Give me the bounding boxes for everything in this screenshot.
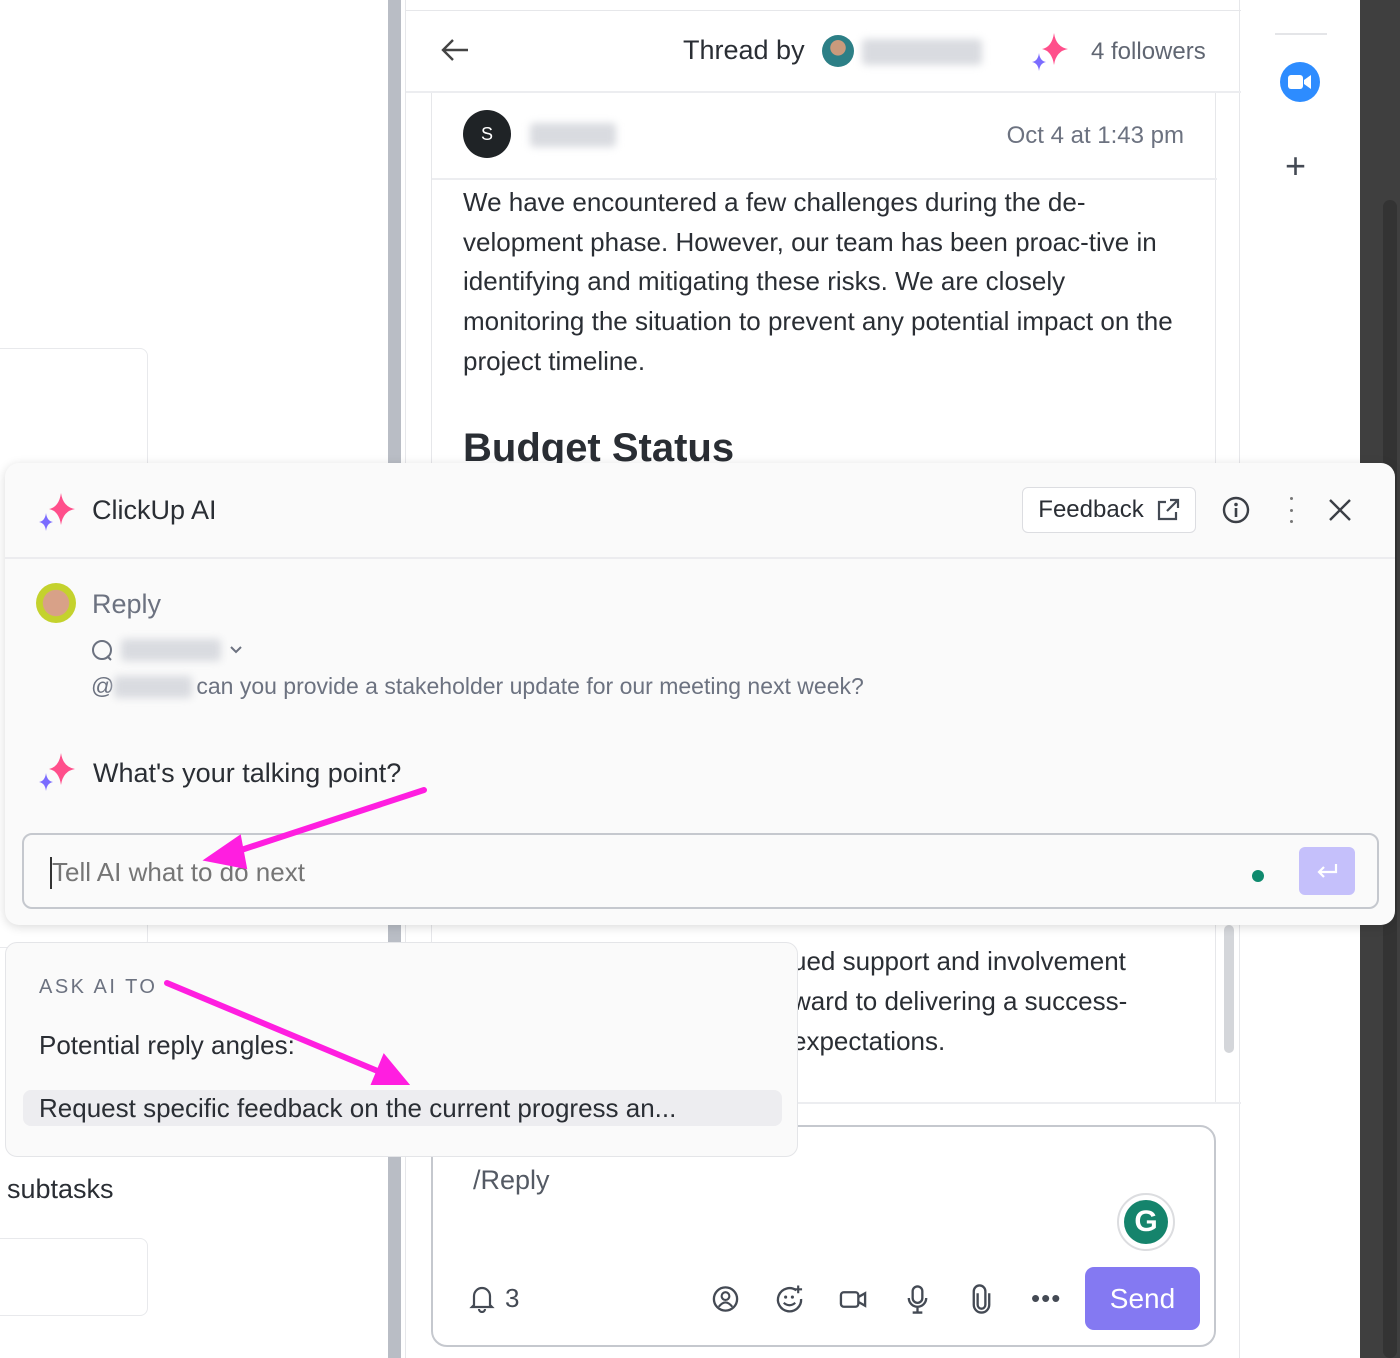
zoom-video-icon[interactable] (1280, 62, 1320, 102)
notify-button[interactable]: 3 (469, 1283, 519, 1314)
message-line: ward to delivering a success- (792, 986, 1128, 1016)
left-card-2 (0, 1238, 148, 1316)
more-icon[interactable]: ••• (1031, 1283, 1061, 1314)
ai-prompt-input[interactable] (52, 853, 1202, 891)
comment-icon (92, 640, 112, 661)
video-icon[interactable] (839, 1284, 868, 1314)
emoji-add-icon[interactable] (775, 1284, 804, 1314)
mention-icon[interactable] (711, 1284, 740, 1314)
message-timestamp: Oct 4 at 1:43 pm (1006, 122, 1184, 149)
status-dot (1252, 870, 1264, 882)
attachment-icon[interactable] (967, 1283, 996, 1314)
mention-blurred (114, 675, 193, 698)
ask-ai-heading: ASK AI TO (39, 976, 158, 998)
user-avatar (36, 583, 76, 623)
info-icon[interactable] (1222, 496, 1250, 524)
author-avatar (822, 35, 854, 67)
microphone-icon[interactable] (903, 1284, 932, 1314)
ai-input-box[interactable] (22, 833, 1379, 909)
followers-count[interactable]: 4 followers (1091, 38, 1206, 66)
quoted-message: @ can you provide a stakeholder update f… (91, 673, 864, 699)
ai-panel-title: ClickUp AI (92, 495, 217, 525)
feedback-button[interactable]: Feedback (1022, 487, 1196, 533)
ai-sparkle-icon (39, 493, 75, 531)
author-name-blurred (862, 39, 982, 65)
more-options-icon[interactable] (1288, 497, 1294, 523)
ai-sparkle-icon[interactable] (1030, 31, 1070, 71)
sender-avatar: S (463, 110, 511, 158)
thread-header: Thread by 4 followers (406, 11, 1241, 93)
ai-sparkle-icon (39, 753, 75, 791)
submit-button[interactable] (1299, 847, 1355, 895)
enter-icon (1317, 864, 1338, 878)
grammarly-icon[interactable]: G (1117, 1193, 1175, 1251)
back-arrow-icon[interactable] (438, 33, 472, 67)
ask-ai-option[interactable]: Potential reply angles: (39, 1030, 295, 1061)
reply-label: Reply (92, 589, 162, 619)
message-paragraph: We have encountered a few challenges dur… (463, 187, 1173, 376)
prompt-question: What's your talking point? (93, 758, 402, 788)
reply-composer: /Reply G 3 ••• Send (431, 1125, 1216, 1347)
subtasks-label: subtasks (7, 1174, 114, 1204)
scrollbar[interactable] (1224, 925, 1234, 1053)
quoted-author[interactable] (91, 639, 243, 661)
feedback-label: Feedback (1038, 496, 1144, 523)
external-link-icon (1157, 498, 1179, 521)
bell-icon (469, 1286, 495, 1313)
message-line: ued support and involvement (792, 946, 1126, 976)
close-icon[interactable] (1328, 498, 1352, 522)
sender-name-blurred (530, 123, 616, 147)
send-button[interactable]: Send (1085, 1267, 1200, 1330)
message-line: expectations. (792, 1026, 946, 1056)
ask-ai-option-selected[interactable]: Request specific feedback on the current… (23, 1090, 782, 1126)
quoted-author-blurred (121, 639, 221, 661)
notify-count: 3 (505, 1283, 520, 1313)
thread-title: Thread by (683, 35, 805, 65)
composer-input[interactable]: /Reply (473, 1165, 550, 1196)
ask-ai-dropdown: ASK AI TO Potential reply angles: Reques… (5, 942, 798, 1157)
chevron-down-icon (230, 646, 242, 654)
add-icon[interactable]: + (1285, 148, 1306, 184)
clickup-ai-panel: ClickUp AI Feedback Reply @ can you prov… (5, 463, 1395, 925)
